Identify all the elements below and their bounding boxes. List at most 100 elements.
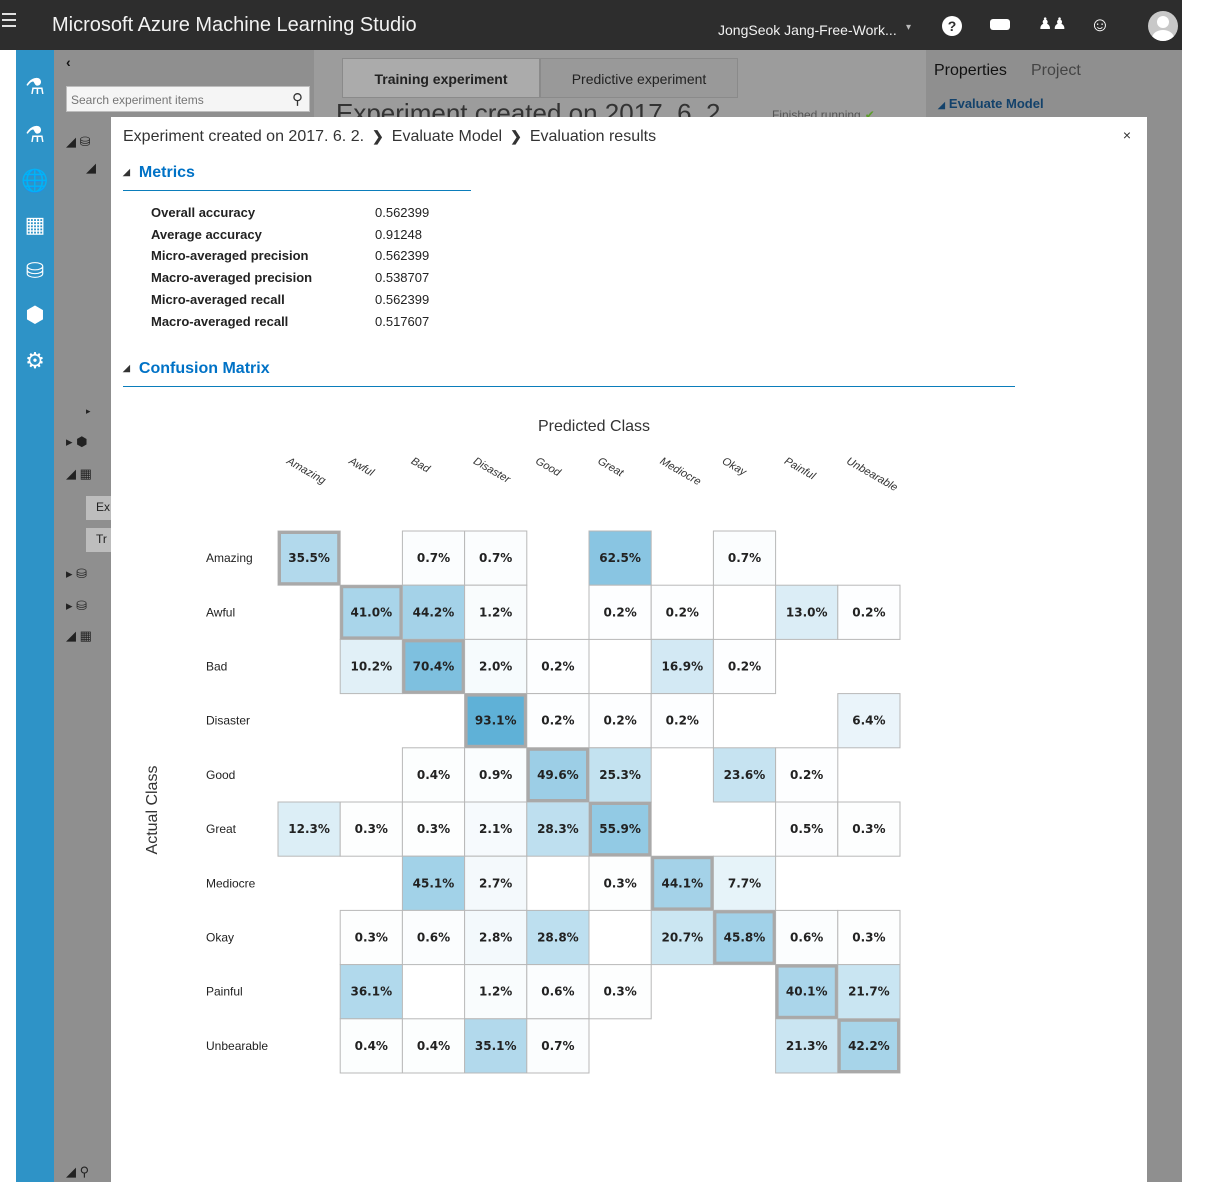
cell-value: 0.9% bbox=[479, 768, 512, 782]
chevron-right-icon: ❯ bbox=[510, 128, 522, 144]
search-icon[interactable]: ⚲ bbox=[292, 90, 303, 108]
module-properties-header[interactable]: ◢ Evaluate Model bbox=[938, 96, 1044, 111]
tree-expander-icon[interactable]: ▸ bbox=[86, 406, 91, 417]
tab-training-experiment[interactable]: Training experiment bbox=[342, 58, 540, 98]
cell-value: 6.4% bbox=[852, 714, 885, 728]
tree-expander-icon[interactable]: ◢ bbox=[86, 160, 96, 176]
cell-value: 0.3% bbox=[603, 876, 636, 890]
collapse-icon: ◢ bbox=[938, 100, 945, 110]
cell-value: 21.3% bbox=[786, 1039, 828, 1053]
metric-name: Macro-averaged recall bbox=[151, 313, 289, 329]
palette-search[interactable]: ⚲ bbox=[66, 86, 310, 112]
tab-predictive-experiment[interactable]: Predictive experiment bbox=[540, 58, 738, 98]
chevron-down-icon[interactable]: ▾ bbox=[906, 22, 911, 33]
cell-value: 23.6% bbox=[724, 768, 766, 782]
metric-name: Micro-averaged precision bbox=[151, 248, 309, 264]
metric-value: 0.562399 bbox=[375, 205, 430, 220]
trained-models-icon[interactable]: ⬢ bbox=[16, 300, 54, 330]
experiments-icon[interactable]: ⚗ bbox=[16, 120, 54, 150]
cell-value: 12.3% bbox=[288, 822, 330, 836]
help-icon[interactable]: ? bbox=[942, 16, 962, 36]
cell-value: 45.1% bbox=[413, 876, 455, 890]
metric-name: Overall accuracy bbox=[151, 205, 256, 220]
settings-icon[interactable]: ⚙ bbox=[16, 346, 54, 376]
collapse-triangle-icon: ◢ bbox=[123, 363, 130, 373]
cell-value: 0.3% bbox=[417, 822, 450, 836]
cell-value: 0.3% bbox=[355, 931, 388, 945]
cell-value: 44.1% bbox=[661, 876, 703, 890]
notebooks-icon[interactable]: ▦ bbox=[16, 210, 54, 240]
cell-value: 1.2% bbox=[479, 605, 512, 619]
row-label: Okay bbox=[206, 931, 234, 945]
collapse-palette-icon[interactable]: ‹ bbox=[66, 54, 71, 70]
projects-icon[interactable]: ⚗ bbox=[16, 72, 54, 102]
tree-node-data-input-output[interactable]: ▸ ⛁ bbox=[66, 566, 87, 582]
cell-value: 0.2% bbox=[603, 605, 636, 619]
row-label: Amazing bbox=[206, 551, 253, 565]
metrics-section-header[interactable]: ◢ Metrics bbox=[123, 164, 471, 191]
metric-name: Average accuracy bbox=[151, 226, 262, 242]
column-label: Painful bbox=[782, 455, 818, 482]
smile-icon[interactable]: ☺ bbox=[1089, 14, 1111, 36]
cell-value: 0.3% bbox=[355, 822, 388, 836]
confusion-matrix-title: Confusion Matrix bbox=[138, 360, 270, 377]
tree-node-machine-learning[interactable]: ◢ ⚲ bbox=[66, 1164, 89, 1180]
tree-node-data-format-conversions[interactable]: ▸ ⛁ bbox=[66, 598, 87, 614]
top-bar: Microsoft Azure Machine Learning Studio … bbox=[0, 0, 1182, 50]
row-label: Disaster bbox=[206, 714, 250, 728]
tab-properties[interactable]: Properties bbox=[934, 62, 1007, 80]
cell-value: 2.0% bbox=[479, 660, 512, 674]
search-input[interactable] bbox=[71, 91, 271, 109]
cell-value: 41.0% bbox=[350, 605, 392, 619]
cell-value: 0.2% bbox=[541, 714, 574, 728]
metric-value: 0.538707 bbox=[375, 270, 430, 286]
cell-value: 62.5% bbox=[599, 551, 641, 565]
cell-value: 0.4% bbox=[417, 1039, 450, 1053]
close-button[interactable]: × bbox=[1123, 127, 1131, 143]
column-label: Disaster bbox=[471, 455, 513, 486]
metric-name: Macro-averaged precision bbox=[151, 270, 313, 286]
column-label: Mediocre bbox=[658, 455, 703, 488]
datasets-icon[interactable]: ⛁ bbox=[16, 256, 54, 286]
chevron-right-icon: ❯ bbox=[372, 128, 384, 144]
chat-icon[interactable] bbox=[989, 14, 1011, 36]
cell-value: 35.5% bbox=[288, 551, 330, 565]
cell-value: 0.2% bbox=[790, 768, 823, 782]
cell-value: 10.2% bbox=[350, 660, 392, 674]
cell-value: 35.1% bbox=[475, 1039, 517, 1053]
cell-value: 2.1% bbox=[479, 822, 512, 836]
workspace-selector[interactable]: JongSeok Jang-Free-Work... bbox=[718, 22, 897, 38]
app-title: Microsoft Azure Machine Learning Studio bbox=[52, 14, 417, 36]
cell-value: 45.8% bbox=[724, 931, 766, 945]
cell-value: 28.8% bbox=[537, 931, 579, 945]
cell-value: 55.9% bbox=[599, 822, 641, 836]
cell-value: 2.8% bbox=[479, 931, 512, 945]
cell-value: 0.2% bbox=[666, 714, 699, 728]
column-label: Good bbox=[533, 455, 563, 479]
confusion-matrix-section-header[interactable]: ◢ Confusion Matrix bbox=[123, 360, 1015, 387]
left-rail: ⚗ ⚗ 🌐 ▦ ⛁ ⬢ ⚙ bbox=[16, 50, 54, 1182]
tree-node-trained-models[interactable]: ▸ ⬢ bbox=[66, 434, 88, 450]
metric-value: 0.562399 bbox=[375, 291, 430, 307]
hamburger-icon[interactable] bbox=[2, 13, 16, 29]
metric-value: 0.562399 bbox=[375, 248, 430, 264]
cell-value: 0.4% bbox=[355, 1039, 388, 1053]
cell-value: 40.1% bbox=[786, 985, 828, 999]
cell-value: 42.2% bbox=[848, 1039, 890, 1053]
cell-value: 0.5% bbox=[790, 822, 823, 836]
breadcrumb-experiment[interactable]: Experiment created on 2017. 6. 2. bbox=[123, 128, 364, 145]
people-icon[interactable]: ♟♟ bbox=[1038, 14, 1067, 36]
cell-value: 0.7% bbox=[479, 551, 512, 565]
column-label: Bad bbox=[409, 455, 433, 476]
y-axis-label: Actual Class bbox=[144, 766, 161, 855]
cell-value: 0.3% bbox=[603, 985, 636, 999]
web-services-icon[interactable]: 🌐 bbox=[16, 166, 54, 196]
breadcrumb-module[interactable]: Evaluate Model bbox=[392, 128, 502, 145]
cell-value: 0.3% bbox=[852, 822, 885, 836]
tab-project[interactable]: Project bbox=[1031, 62, 1081, 80]
avatar[interactable] bbox=[1148, 11, 1178, 41]
tree-node-data-transformation[interactable]: ◢ ▦ bbox=[66, 466, 92, 482]
tree-node-saved-datasets[interactable]: ◢ ⛁ bbox=[66, 134, 91, 150]
row-label: Painful bbox=[206, 985, 243, 999]
tree-node-feature-selection[interactable]: ◢ ▦ bbox=[66, 628, 92, 644]
